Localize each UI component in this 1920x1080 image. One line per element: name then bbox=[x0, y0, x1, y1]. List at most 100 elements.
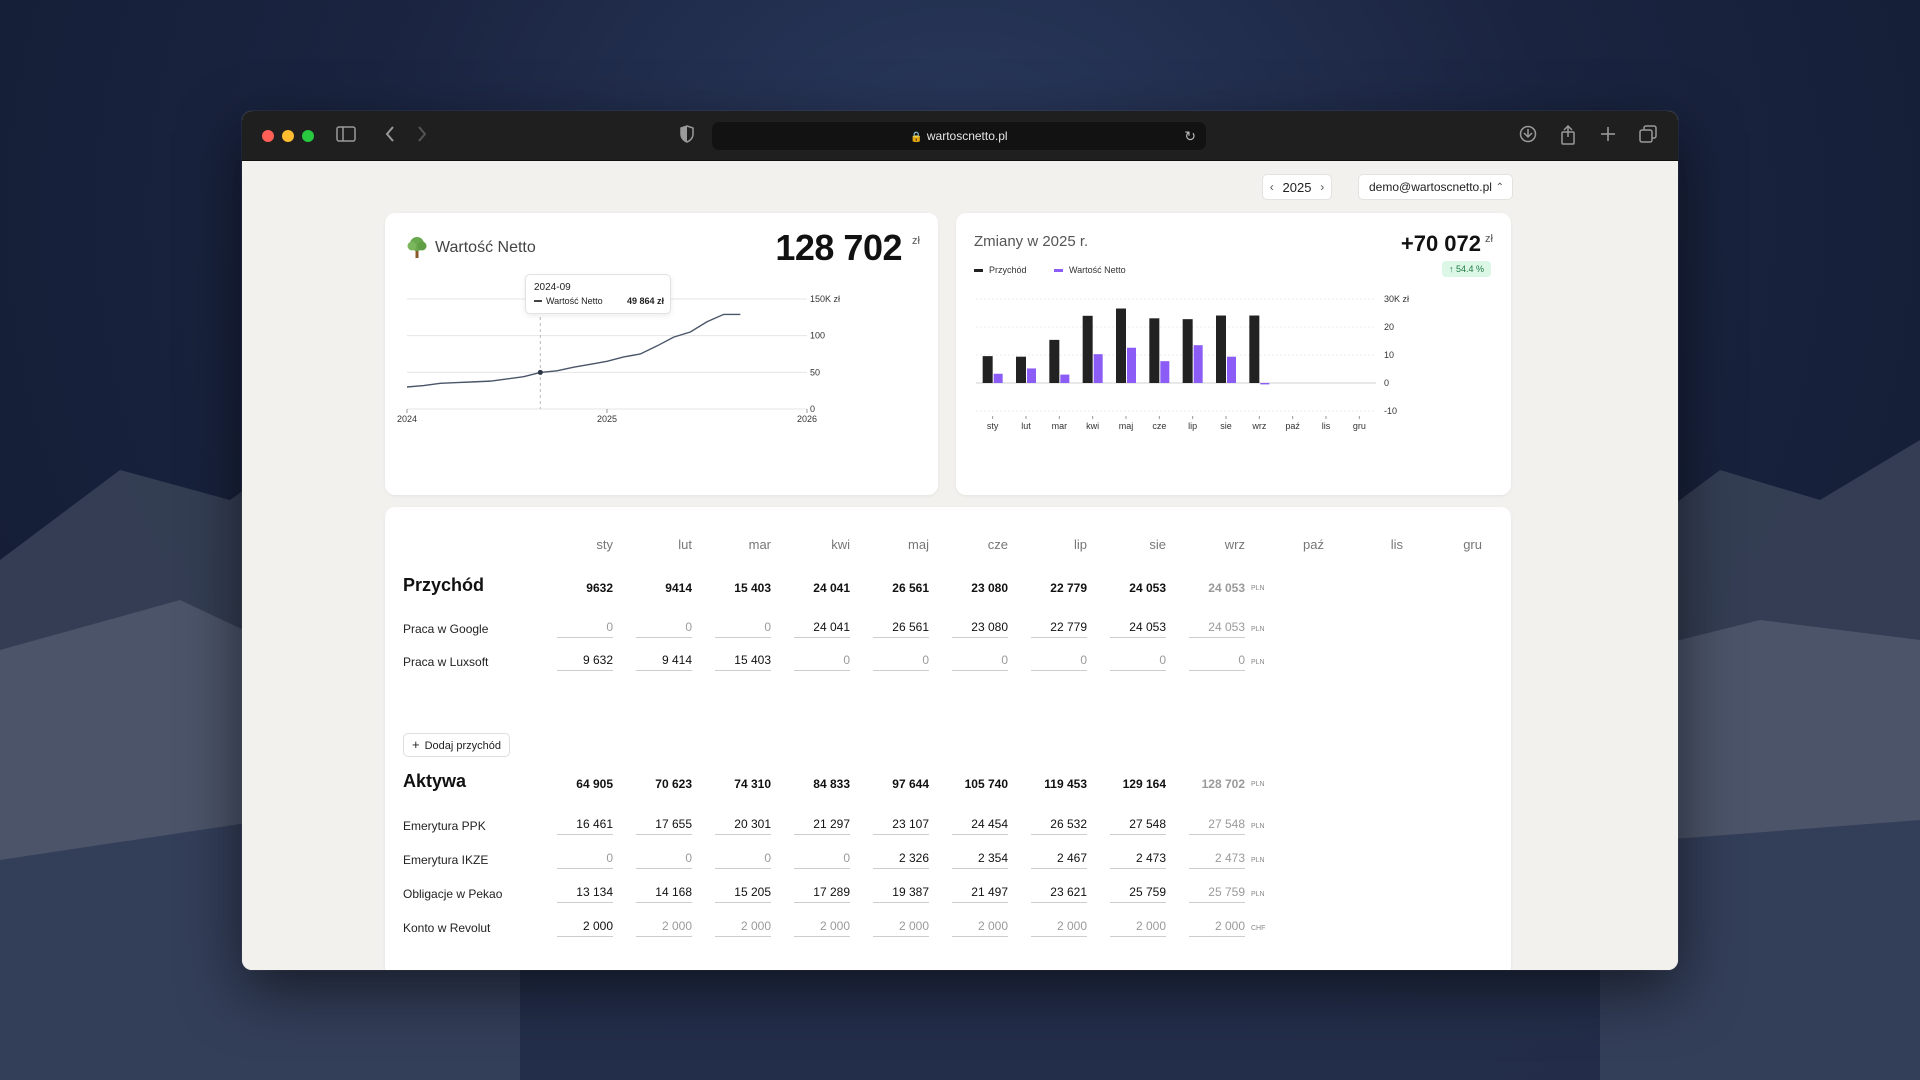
value-input[interactable]: 2 000 bbox=[557, 919, 613, 937]
month-header: sie bbox=[1149, 537, 1166, 552]
bar-networth bbox=[1093, 354, 1103, 383]
value-input[interactable]: 27 548 bbox=[1110, 817, 1166, 835]
value-input[interactable]: 2 000 bbox=[1110, 919, 1166, 937]
x-tick-label: cze bbox=[1152, 421, 1166, 431]
value-input[interactable]: 2 467 bbox=[1031, 851, 1087, 869]
value-input[interactable]: 0 bbox=[557, 620, 613, 638]
value-input[interactable]: 23 107 bbox=[873, 817, 929, 835]
user-selector[interactable]: demo@wartoscnetto.pl ⌃ bbox=[1358, 174, 1513, 200]
row-label: Konto w Revolut bbox=[403, 921, 491, 935]
bar-income bbox=[1149, 318, 1160, 383]
value-input[interactable]: 2 000 bbox=[636, 919, 692, 937]
new-tab-icon[interactable] bbox=[1600, 125, 1616, 147]
value-input[interactable]: 23 080 bbox=[952, 620, 1008, 638]
value-input[interactable]: 9 632 bbox=[557, 653, 613, 671]
download-icon[interactable] bbox=[1519, 125, 1537, 148]
bar-income bbox=[1182, 319, 1193, 383]
value-input[interactable]: 20 301 bbox=[715, 817, 771, 835]
value-input[interactable]: 19 387 bbox=[873, 885, 929, 903]
value-input[interactable]: 0 bbox=[1110, 653, 1166, 671]
value-input[interactable]: 22 779 bbox=[1031, 620, 1087, 638]
address-bar[interactable]: 🔒 wartoscnetto.pl ↻ bbox=[712, 122, 1206, 150]
lock-icon: 🔒 bbox=[910, 132, 923, 143]
value-input[interactable]: 25 759 bbox=[1189, 885, 1245, 903]
value-input[interactable]: 2 000 bbox=[715, 919, 771, 937]
value-input[interactable]: 17 655 bbox=[636, 817, 692, 835]
total-value: 128 702 bbox=[1201, 777, 1245, 791]
currency-unit: PLN bbox=[1251, 823, 1265, 830]
y-tick-label: 50 bbox=[810, 367, 820, 377]
total-value: 64 905 bbox=[576, 777, 613, 791]
value-input[interactable]: 23 621 bbox=[1031, 885, 1087, 903]
value-input[interactable]: 2 000 bbox=[794, 919, 850, 937]
value-input[interactable]: 24 053 bbox=[1189, 620, 1245, 638]
minimize-window-button[interactable] bbox=[282, 130, 294, 142]
value-input[interactable]: 0 bbox=[557, 851, 613, 869]
value-input[interactable]: 2 000 bbox=[1189, 919, 1245, 937]
y-tick-label: -10 bbox=[1384, 406, 1397, 416]
zoom-window-button[interactable] bbox=[302, 130, 314, 142]
value-input[interactable]: 24 454 bbox=[952, 817, 1008, 835]
prev-year-button[interactable]: ‹ bbox=[1263, 180, 1280, 194]
value-input[interactable]: 26 561 bbox=[873, 620, 929, 638]
value-input[interactable]: 15 403 bbox=[715, 653, 771, 671]
value-input[interactable]: 0 bbox=[873, 653, 929, 671]
value-input[interactable]: 2 326 bbox=[873, 851, 929, 869]
currency-unit: PLN bbox=[1251, 781, 1265, 788]
networth-card: Wartość Netto 128 702 zł 0 50 100 150K zł 20… bbox=[385, 213, 938, 495]
total-value: 97 644 bbox=[892, 777, 929, 791]
close-window-button[interactable] bbox=[262, 130, 274, 142]
value-input[interactable]: 0 bbox=[636, 851, 692, 869]
back-icon[interactable] bbox=[384, 125, 396, 148]
tab-overview-icon[interactable] bbox=[1639, 125, 1657, 148]
url-text: wartoscnetto.pl bbox=[926, 129, 1008, 143]
shield-icon[interactable] bbox=[680, 125, 694, 148]
share-icon[interactable] bbox=[1560, 124, 1576, 150]
value-input[interactable]: 9 414 bbox=[636, 653, 692, 671]
value-input[interactable]: 2 473 bbox=[1189, 851, 1245, 869]
value-input[interactable]: 0 bbox=[1031, 653, 1087, 671]
reload-icon[interactable]: ↻ bbox=[1184, 122, 1196, 150]
value-input[interactable]: 0 bbox=[794, 851, 850, 869]
value-input[interactable]: 24 041 bbox=[794, 620, 850, 638]
value-input[interactable]: 16 461 bbox=[557, 817, 613, 835]
year-selector: ‹ 2025 › bbox=[1262, 174, 1332, 200]
value-input[interactable]: 17 289 bbox=[794, 885, 850, 903]
value-input[interactable]: 14 168 bbox=[636, 885, 692, 903]
value-input[interactable]: 27 548 bbox=[1189, 817, 1245, 835]
value-input[interactable]: 21 497 bbox=[952, 885, 1008, 903]
value-input[interactable]: 2 000 bbox=[873, 919, 929, 937]
value-input[interactable]: 25 759 bbox=[1110, 885, 1166, 903]
hover-point bbox=[537, 369, 543, 375]
value-input[interactable]: 2 000 bbox=[1031, 919, 1087, 937]
bar-income bbox=[1016, 356, 1026, 383]
forward-icon[interactable] bbox=[416, 125, 428, 148]
value-input[interactable]: 0 bbox=[1189, 653, 1245, 671]
currency-unit: PLN bbox=[1251, 659, 1265, 666]
value-input[interactable]: 24 053 bbox=[1110, 620, 1166, 638]
bar-income bbox=[1082, 315, 1093, 383]
value-input[interactable]: 26 532 bbox=[1031, 817, 1087, 835]
value-input[interactable]: 2 354 bbox=[952, 851, 1008, 869]
total-value: 24 041 bbox=[813, 581, 850, 595]
value-input[interactable]: 2 000 bbox=[952, 919, 1008, 937]
changes-card: Zmiany w 2025 r. +70 072 zł ↑ 54.4 % Prz… bbox=[956, 213, 1511, 495]
x-tick-label: sty bbox=[987, 421, 999, 431]
value-input[interactable]: 2 473 bbox=[1110, 851, 1166, 869]
value-input[interactable]: 0 bbox=[715, 851, 771, 869]
add-income-button[interactable]: + Dodaj przychód bbox=[403, 733, 511, 757]
y-tick-label: 20 bbox=[1384, 322, 1394, 332]
value-input[interactable]: 0 bbox=[715, 620, 771, 638]
value-input[interactable]: 0 bbox=[794, 653, 850, 671]
value-input[interactable]: 0 bbox=[952, 653, 1008, 671]
month-header: paź bbox=[1303, 537, 1324, 552]
value-input[interactable]: 21 297 bbox=[794, 817, 850, 835]
total-value: 74 310 bbox=[734, 777, 771, 791]
value-input[interactable]: 13 134 bbox=[557, 885, 613, 903]
value-input[interactable]: 15 205 bbox=[715, 885, 771, 903]
next-year-button[interactable]: › bbox=[1314, 180, 1331, 194]
month-header: lip bbox=[1073, 537, 1087, 552]
sidebar-toggle-icon[interactable] bbox=[336, 125, 356, 147]
row-label: Emerytura IKZE bbox=[403, 853, 489, 867]
value-input[interactable]: 0 bbox=[636, 620, 692, 638]
